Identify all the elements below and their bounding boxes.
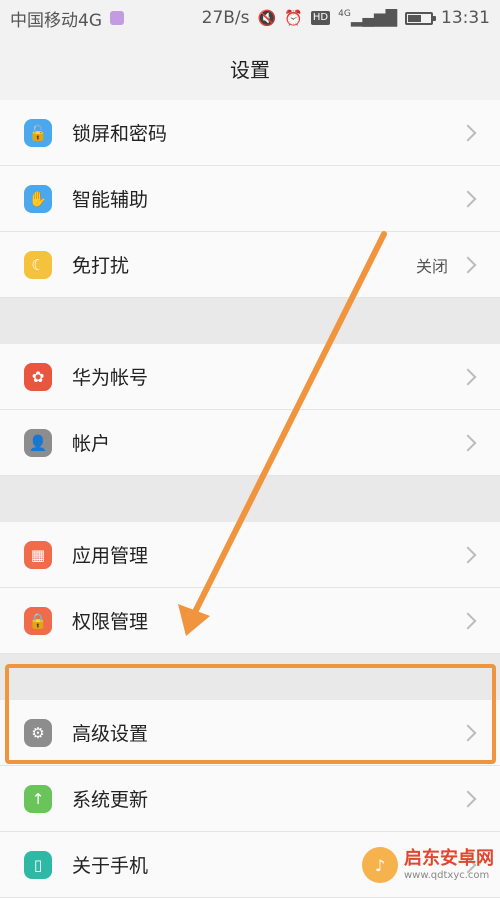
row-label: 帐户 [72,433,111,455]
person-icon: 👤 [24,428,52,457]
row-label: 应用管理 [72,545,149,567]
settings-row-do-not-disturb[interactable]: ☾ 免打扰 关闭 [0,232,500,298]
alarm-icon: ⏰ [284,9,303,27]
image-notification-icon [110,11,124,25]
row-label: 锁屏和密码 [72,123,168,145]
battery-fill [408,14,422,22]
settings-row-accounts[interactable]: 👤 帐户 [0,410,500,476]
row-label: 权限管理 [72,611,149,633]
hd-icon: HD [310,11,331,25]
update-arrow-icon: ↑ [24,784,52,813]
gear-icon: ⚙ [24,718,52,747]
section-divider [0,476,500,522]
settings-list: 🔓 锁屏和密码 ✋ 智能辅助 ☾ 免打扰 关闭 ✿ 华为帐号 👤 帐户 ▦ 应用… [0,100,500,898]
row-label: 系统更新 [72,789,149,811]
settings-row-lock-screen[interactable]: 🔓 锁屏和密码 [0,100,500,166]
settings-row-smart-assist[interactable]: ✋ 智能辅助 [0,166,500,232]
permission-icon: 🔒 [24,606,52,635]
row-label: 智能辅助 [72,189,149,211]
settings-row-huawei-id[interactable]: ✿ 华为帐号 [0,344,500,410]
chevron-right-icon [459,368,477,385]
phone-icon: ▯ [24,850,52,879]
row-value: 关闭 [415,256,448,276]
chevron-right-icon [459,256,477,273]
watermark: ♪ 启东安卓网 www.qdtxyc.com [362,847,494,883]
row-label: 高级设置 [72,723,149,745]
watermark-title: 启东安卓网 [404,847,494,869]
status-bar: 中国移动4G 27B/s 🔇 ⏰ HD 4G▂▄▆█ 13:31 [0,0,500,36]
settings-row-permissions[interactable]: 🔒 权限管理 [0,588,500,654]
row-label: 华为帐号 [72,367,149,389]
settings-row-system-update[interactable]: ↑ 系统更新 [0,766,500,832]
hand-icon: ✋ [24,184,52,213]
page-title: 设置 [230,57,270,82]
settings-row-advanced[interactable]: ⚙ 高级设置 [0,700,500,766]
section-divider [0,654,500,700]
chevron-right-icon [459,124,477,141]
settings-row-app-management[interactable]: ▦ 应用管理 [0,522,500,588]
chevron-right-icon [459,434,477,451]
mute-icon: 🔇 [257,9,277,27]
moon-icon: ☾ [24,250,52,279]
watermark-url: www.qdtxyc.com [404,869,490,881]
chevron-right-icon [459,190,477,207]
row-label: 免打扰 [72,255,130,277]
apps-icon: ▦ [24,540,52,569]
page-title-bar: 设置 [0,36,500,100]
network-type: 4G [338,9,351,19]
chevron-right-icon [459,546,477,563]
clock: 13:31 [441,8,490,28]
lock-icon: 🔓 [24,118,52,147]
signal-icon: 4G▂▄▆█ [338,9,397,27]
huawei-icon: ✿ [24,362,52,391]
carrier-label: 中国移动4G [10,10,102,31]
chevron-right-icon [459,724,477,741]
battery-icon [405,11,436,25]
chevron-right-icon [459,790,477,807]
network-speed: 27B/s [201,8,250,28]
watermark-logo-icon: ♪ [362,847,398,883]
chevron-right-icon [459,612,477,629]
section-divider [0,298,500,344]
